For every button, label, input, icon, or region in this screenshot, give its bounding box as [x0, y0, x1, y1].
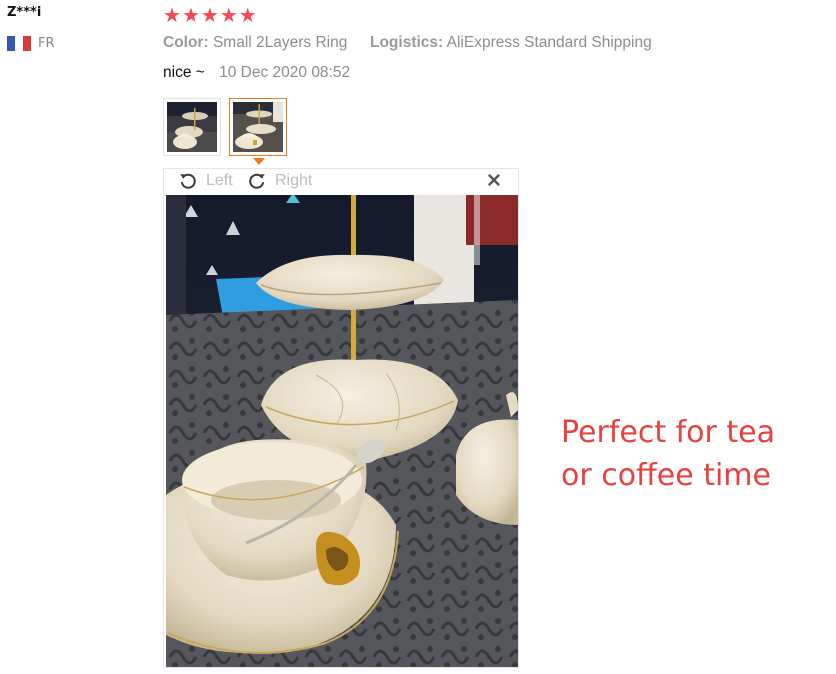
star-icon: ★ — [200, 3, 219, 27]
close-icon — [488, 174, 500, 186]
promo-caption: Perfect for tea or coffee time — [561, 411, 775, 497]
star-icon: ★ — [219, 3, 238, 27]
review-comment-row: nice ~ 10 Dec 2020 08:52 — [163, 64, 350, 82]
review-photo — [166, 195, 518, 667]
france-flag-icon — [7, 36, 31, 51]
color-value: Small 2Layers Ring — [212, 34, 348, 51]
photo-viewer: Left Right — [163, 168, 519, 668]
rotate-left-label: Left — [206, 172, 233, 189]
photo-thumbnails — [163, 98, 287, 156]
country-code: FR — [38, 36, 55, 51]
star-icon: ★ — [238, 3, 257, 27]
promo-caption-line-1: Perfect for tea — [561, 415, 776, 450]
reviewer-country: FR — [7, 36, 55, 51]
review-comment: nice ~ — [163, 64, 205, 81]
close-viewer-button[interactable] — [486, 172, 502, 188]
thumbnail-2[interactable] — [229, 98, 287, 156]
review-date: 10 Dec 2020 08:52 — [219, 64, 351, 81]
review-page: Z***i FR ★ ★ ★ ★ ★ Color: Small 2Layers … — [0, 0, 836, 674]
order-info: Color: Small 2Layers Ring Logistics: Ali… — [163, 34, 652, 52]
rotate-left-button[interactable]: Left — [178, 171, 233, 191]
color-label: Color: — [163, 34, 209, 51]
logistics-value: AliExpress Standard Shipping — [446, 34, 652, 51]
viewer-toolbar: Left Right — [164, 169, 518, 195]
thumbnail-1[interactable] — [163, 98, 221, 156]
star-icon: ★ — [181, 3, 200, 27]
rotate-left-icon — [180, 173, 196, 189]
reviewer-name: Z***i — [7, 5, 42, 20]
promo-caption-line-2: or coffee time — [561, 458, 771, 493]
rotate-right-button[interactable]: Right — [247, 171, 312, 191]
star-rating: ★ ★ ★ ★ ★ — [163, 3, 257, 27]
star-icon: ★ — [163, 3, 181, 27]
rotate-right-icon — [249, 173, 265, 189]
logistics-label: Logistics: — [369, 34, 444, 51]
rotate-right-label: Right — [275, 172, 313, 189]
selected-thumbnail-indicator — [253, 158, 265, 165]
